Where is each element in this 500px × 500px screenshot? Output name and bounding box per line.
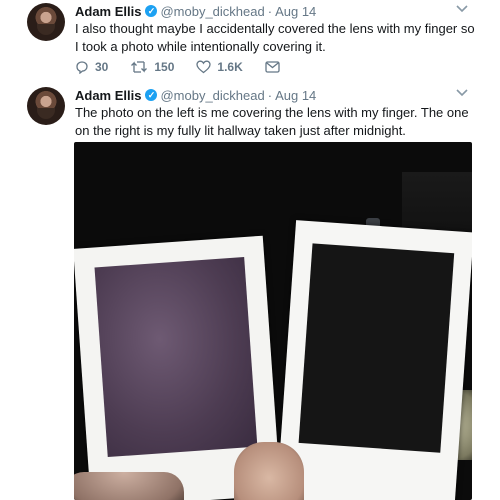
tweet-actions: 30 150 1.6K bbox=[75, 58, 308, 76]
tweet-header: Adam Ellis ✓ @moby_dickhead · Aug 14 bbox=[75, 86, 316, 104]
hand-thumb bbox=[234, 442, 304, 500]
reply-button[interactable]: 30 bbox=[75, 60, 108, 74]
tweet-text: I also thought maybe I accidentally cove… bbox=[75, 21, 475, 54]
author-name[interactable]: Adam Ellis bbox=[75, 4, 141, 19]
retweet-button[interactable]: 150 bbox=[130, 60, 174, 74]
separator: · bbox=[267, 87, 273, 103]
like-count: 1.6K bbox=[217, 60, 243, 74]
heart-icon bbox=[196, 60, 212, 74]
separator: · bbox=[267, 3, 273, 19]
polaroid-right bbox=[276, 220, 472, 500]
polaroid-left-image bbox=[94, 257, 258, 458]
verified-badge-icon: ✓ bbox=[145, 5, 158, 17]
retweet-count: 150 bbox=[154, 60, 175, 74]
avatar[interactable] bbox=[27, 87, 65, 125]
reply-icon bbox=[76, 61, 88, 74]
mail-icon bbox=[265, 61, 280, 73]
tweet-header: Adam Ellis ✓ @moby_dickhead · Aug 14 bbox=[75, 2, 316, 20]
chevron-down-icon[interactable] bbox=[456, 4, 468, 16]
retweet-icon bbox=[131, 61, 148, 73]
reply-count: 30 bbox=[95, 60, 109, 74]
tweet[interactable]: Adam Ellis ✓ @moby_dickhead · Aug 14 The… bbox=[0, 84, 500, 500]
tweet-date[interactable]: Aug 14 bbox=[275, 4, 316, 19]
tweet-date[interactable]: Aug 14 bbox=[275, 88, 316, 103]
author-handle[interactable]: @moby_dickhead bbox=[160, 4, 264, 19]
verified-badge-icon: ✓ bbox=[145, 89, 158, 101]
chevron-down-icon[interactable] bbox=[456, 88, 468, 100]
polaroid-right-image bbox=[298, 243, 455, 453]
avatar[interactable] bbox=[27, 3, 65, 41]
tweet-photo[interactable] bbox=[74, 142, 472, 500]
hand-fingers bbox=[74, 472, 184, 500]
tweet[interactable]: Adam Ellis ✓ @moby_dickhead · Aug 14 I a… bbox=[0, 0, 500, 86]
author-handle[interactable]: @moby_dickhead bbox=[160, 88, 264, 103]
direct-message-button[interactable] bbox=[265, 61, 286, 73]
author-name[interactable]: Adam Ellis bbox=[75, 88, 141, 103]
like-button[interactable]: 1.6K bbox=[196, 60, 243, 74]
tweet-text: The photo on the left is me covering the… bbox=[75, 105, 469, 138]
